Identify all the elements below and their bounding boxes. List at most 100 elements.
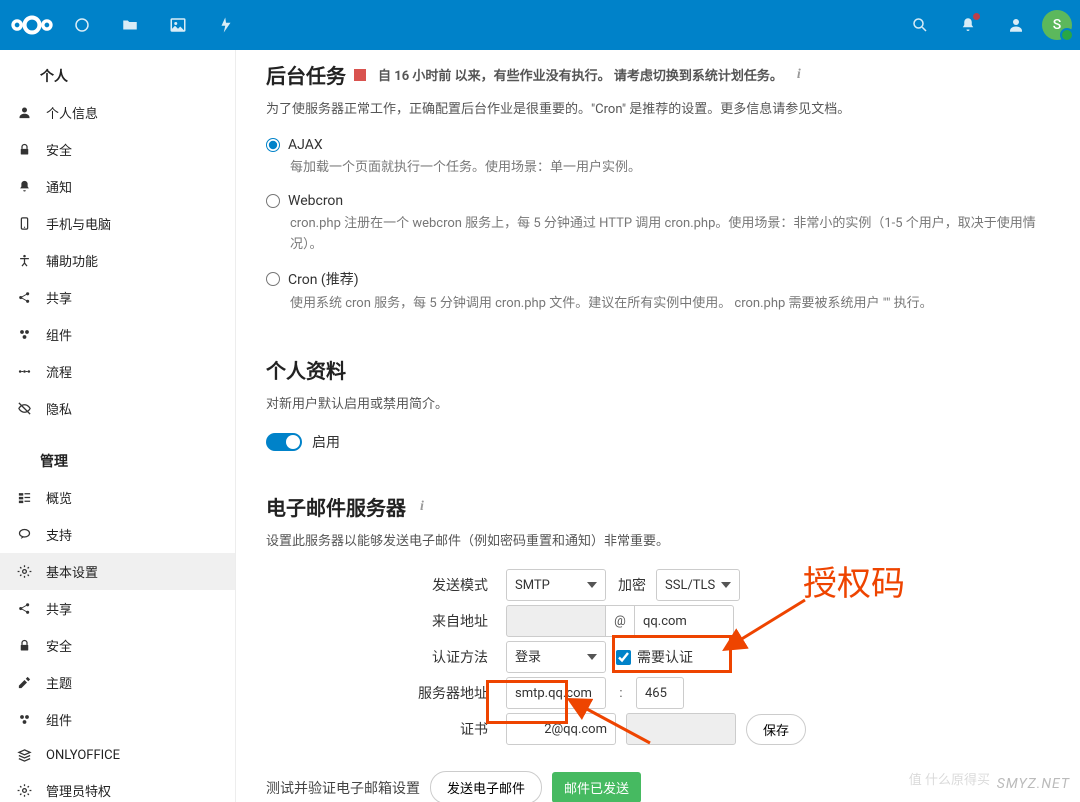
sidebar-item-label: 主题 [46, 673, 72, 692]
bg-radio[interactable] [266, 272, 280, 286]
dashboard-icon[interactable] [60, 3, 104, 47]
status-error-icon [354, 69, 366, 81]
sidebar-item-gear[interactable]: 基本设置 [0, 553, 235, 590]
sidebar-item-share[interactable]: 共享 [0, 590, 235, 627]
gear-icon [16, 564, 32, 580]
mail-desc: 设置此服务器以能够发送电子邮件（例如密码重置和通知）非常重要。 [266, 531, 1050, 553]
info-icon[interactable]: i [420, 499, 424, 515]
send-mode-select[interactable]: SMTP [506, 569, 606, 601]
bg-title: 后台任务 自 16 小时前 以来，有些作业没有执行。 请考虑切换到系统计划任务。… [266, 60, 1050, 89]
label-send-mode: 发送模式 [266, 575, 496, 595]
notifications-icon[interactable] [946, 3, 990, 47]
info-icon[interactable]: i [797, 67, 801, 83]
save-button[interactable]: 保存 [746, 714, 806, 745]
support-icon [16, 527, 32, 543]
app-header: S [0, 0, 1080, 50]
sidebar-item-theme[interactable]: 主题 [0, 664, 235, 701]
sidebar-item-lock[interactable]: 安全 [0, 131, 235, 168]
test-email-label: 测试并验证电子邮箱设置 [266, 778, 420, 798]
server-port-input[interactable] [636, 677, 684, 709]
eyeoff-icon [16, 401, 32, 417]
from-domain-input[interactable] [634, 605, 734, 637]
sidebar-item-flow[interactable]: 流程 [0, 353, 235, 390]
sidebar-section-admin: 管理 [0, 441, 235, 479]
server-address-input[interactable] [506, 677, 606, 709]
need-auth-label: 需要认证 [637, 647, 693, 667]
bg-radio[interactable] [266, 138, 280, 152]
sidebar-item-label: 个人信息 [46, 103, 98, 122]
sidebar-item-user[interactable]: 个人信息 [0, 94, 235, 131]
sidebar-item-label: 概览 [46, 488, 72, 507]
sidebar-item-label: 共享 [46, 599, 72, 618]
header-right: S [898, 3, 1072, 47]
addon-icon [16, 712, 32, 728]
mail-title: 电子邮件服务器 i [266, 492, 1050, 521]
theme-icon [16, 675, 32, 691]
port-colon: : [616, 686, 626, 701]
profile-title: 个人资料 [266, 355, 1050, 384]
mobile-icon [16, 216, 32, 232]
at-symbol: @ [606, 605, 634, 637]
search-icon[interactable] [898, 3, 942, 47]
sidebar-item-gear[interactable]: 管理员特权 [0, 772, 235, 802]
cert-user-input[interactable] [506, 713, 616, 745]
bg-radio[interactable] [266, 194, 280, 208]
settings-content: 后台任务 自 16 小时前 以来，有些作业没有执行。 请考虑切换到系统计划任务。… [236, 50, 1080, 802]
email-server-section: 电子邮件服务器 i 设置此服务器以能够发送电子邮件（例如密码重置和通知）非常重要… [266, 492, 1050, 802]
need-auth-checkbox[interactable] [616, 650, 631, 665]
send-test-email-button[interactable]: 发送电子邮件 [430, 771, 542, 802]
bg-option-sub: 使用系统 cron 服务，每 5 分钟调用 cron.php 文件。建议在所有实… [290, 294, 1050, 315]
sidebar-item-addon[interactable]: 组件 [0, 316, 235, 353]
encryption-select[interactable]: SSL/TLS [656, 569, 740, 601]
label-encryption: 加密 [616, 575, 646, 595]
label-auth: 认证方法 [266, 647, 496, 667]
avatar[interactable]: S [1042, 10, 1072, 40]
label-from: 来自地址 [266, 611, 496, 631]
sidebar-item-bell[interactable]: 通知 [0, 168, 235, 205]
user-icon [16, 105, 32, 121]
access-icon [16, 253, 32, 269]
sidebar-item-lock[interactable]: 安全 [0, 627, 235, 664]
bell-icon [16, 179, 32, 195]
contacts-icon[interactable] [994, 3, 1038, 47]
annotation-authcode-label: 授权码 [803, 556, 905, 605]
files-icon[interactable] [108, 3, 152, 47]
sidebar-item-share[interactable]: 共享 [0, 279, 235, 316]
sidebar-item-label: 安全 [46, 140, 72, 159]
bg-option-1: Webcroncron.php 注册在一个 webcron 服务上，每 5 分钟… [266, 193, 1050, 256]
activity-icon[interactable] [204, 3, 248, 47]
from-user-input[interactable] [506, 605, 606, 637]
sidebar-item-label: 通知 [46, 177, 72, 196]
background-jobs-section: 后台任务 自 16 小时前 以来，有些作业没有执行。 请考虑切换到系统计划任务。… [266, 60, 1050, 315]
sidebar-item-overview[interactable]: 概览 [0, 479, 235, 516]
sidebar-item-stack[interactable]: ONLYOFFICE [0, 738, 235, 772]
watermark-brand: 值 什么原得买 [909, 769, 990, 788]
cert-password-input[interactable] [626, 713, 736, 745]
sidebar-item-label: 手机与电脑 [46, 214, 111, 233]
sidebar-item-label: 安全 [46, 636, 72, 655]
label-server: 服务器地址 [266, 683, 496, 703]
sidebar-item-eyeoff[interactable]: 隐私 [0, 390, 235, 427]
sidebar-item-label: 组件 [46, 325, 72, 344]
sidebar-item-mobile[interactable]: 手机与电脑 [0, 205, 235, 242]
profile-enable-toggle[interactable] [266, 433, 302, 451]
lock-icon [16, 638, 32, 654]
photos-icon[interactable] [156, 3, 200, 47]
sidebar-item-label: 共享 [46, 288, 72, 307]
bg-option-2: Cron (推荐)使用系统 cron 服务，每 5 分钟调用 cron.php … [266, 269, 1050, 315]
watermark-site: SMYZ.NET [997, 776, 1070, 792]
share-icon [16, 290, 32, 306]
sidebar-item-addon[interactable]: 组件 [0, 701, 235, 738]
profile-desc: 对新用户默认启用或禁用简介。 [266, 394, 1050, 416]
addon-icon [16, 327, 32, 343]
sidebar-item-access[interactable]: 辅助功能 [0, 242, 235, 279]
sidebar-item-label: 管理员特权 [46, 781, 111, 800]
profile-section: 个人资料 对新用户默认启用或禁用简介。 启用 [266, 355, 1050, 452]
flow-icon [16, 364, 32, 380]
header-left [8, 3, 248, 47]
bg-desc: 为了使服务器正常工作，正确配置后台作业是很重要的。"Cron" 是推荐的设置。更… [266, 99, 1050, 121]
nextcloud-logo[interactable] [8, 9, 56, 41]
sidebar-item-support[interactable]: 支持 [0, 516, 235, 553]
sidebar-section-personal: 个人 [0, 56, 235, 94]
auth-method-select[interactable]: 登录 [506, 641, 606, 673]
